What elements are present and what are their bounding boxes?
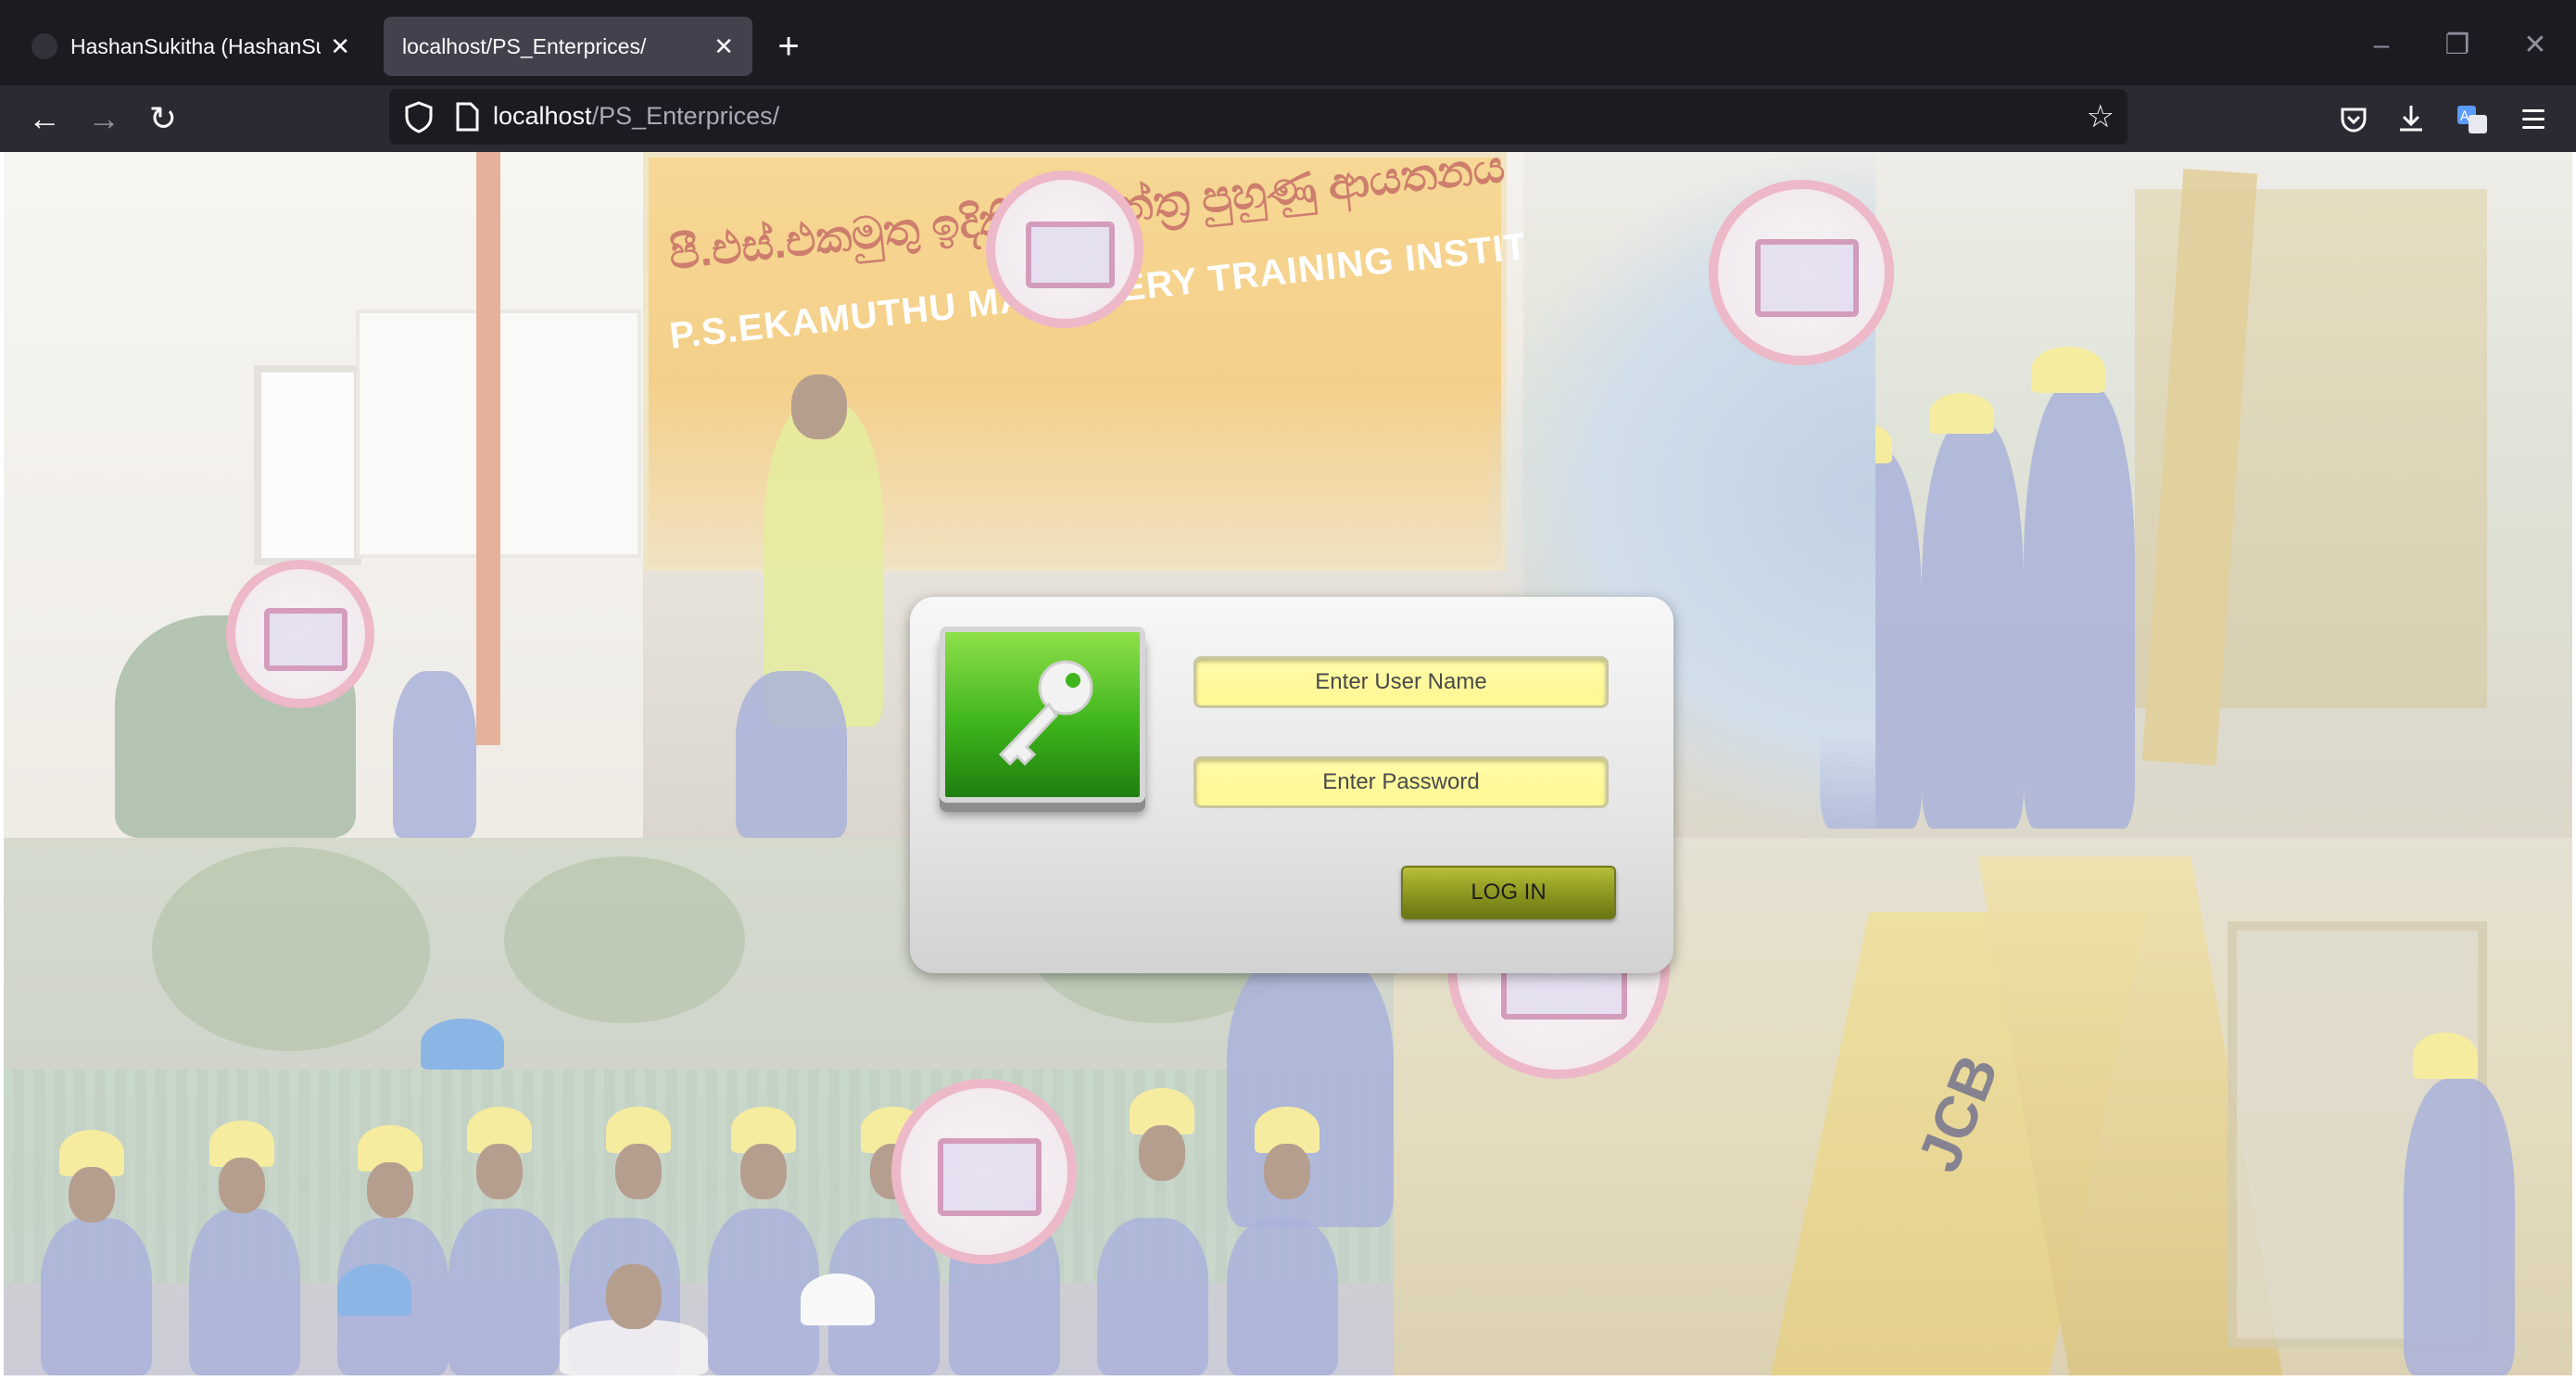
- close-window-icon[interactable]: ✕: [2507, 22, 2563, 69]
- url-text[interactable]: localhost/PS_Enterprices/: [493, 102, 779, 131]
- reload-icon[interactable]: ↻: [139, 95, 187, 143]
- close-tab-icon[interactable]: ✕: [713, 32, 734, 61]
- tab-github-profile[interactable]: HashanSukitha (HashanSukitha) ✕: [13, 17, 369, 76]
- url-host: localhost: [493, 102, 592, 130]
- close-tab-icon[interactable]: ✕: [330, 32, 350, 61]
- page-background: පී.එස්.එකමුතු ඉදිකිරීම් යන්ත්‍ර පුහුණු ආ…: [4, 152, 2572, 1375]
- forward-arrow-icon[interactable]: →: [80, 95, 128, 143]
- github-favicon-icon: [32, 33, 57, 59]
- tab-title: HashanSukitha (HashanSukitha): [70, 33, 321, 58]
- page-icon: [456, 102, 479, 132]
- key-icon: [940, 627, 1145, 803]
- tab-title: localhost/PS_Enterprices/: [402, 33, 647, 58]
- address-bar[interactable]: localhost/PS_Enterprices/ ☆: [389, 89, 2128, 145]
- browser-tab-strip: HashanSukitha (HashanSukitha) ✕ localhos…: [0, 0, 2576, 85]
- username-input[interactable]: [1193, 656, 1609, 708]
- tracking-protection-shield-icon[interactable]: [400, 98, 437, 135]
- star-icon[interactable]: ☆: [2087, 96, 2115, 137]
- download-icon[interactable]: [2391, 98, 2431, 139]
- restore-window-icon[interactable]: ❐: [2430, 22, 2485, 69]
- svg-text:A: A: [2460, 109, 2469, 124]
- password-input[interactable]: [1193, 756, 1609, 808]
- url-path: /PS_Enterprices/: [591, 102, 780, 130]
- minimize-window-icon[interactable]: –: [2354, 22, 2409, 69]
- new-tab-plus-icon[interactable]: +: [767, 20, 810, 72]
- hamburger-menu-icon[interactable]: [2511, 96, 2556, 141]
- back-arrow-icon[interactable]: ←: [20, 95, 69, 143]
- pocket-icon[interactable]: [2333, 98, 2374, 139]
- navigation-toolbar: ← → ↻ localhost/PS_Enterprices/ ☆ A: [0, 85, 2576, 152]
- translate-icon[interactable]: A: [2452, 98, 2493, 139]
- tab-ps-enterprices[interactable]: localhost/PS_Enterprices/ ✕: [384, 17, 752, 76]
- login-panel: LOG IN: [910, 597, 1673, 973]
- login-button[interactable]: LOG IN: [1401, 866, 1616, 919]
